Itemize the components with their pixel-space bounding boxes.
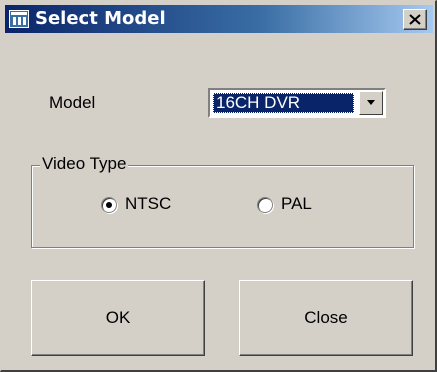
video-type-legend: Video Type: [40, 154, 129, 174]
radio-ntsc-dot: [106, 202, 112, 208]
chevron-down-icon: [367, 100, 375, 105]
model-label: Model: [49, 93, 96, 112]
radio-pal-label[interactable]: PAL: [281, 194, 312, 214]
app-icon: [9, 10, 29, 28]
window-title: Select Model: [35, 8, 166, 29]
title-bar[interactable]: Select Model: [5, 5, 433, 33]
close-button[interactable]: Close: [239, 280, 413, 356]
select-model-dialog: Select Model Model 16CH DVR Video Type N…: [0, 0, 437, 372]
model-select[interactable]: 16CH DVR: [208, 88, 386, 118]
radio-pal-circle[interactable]: [257, 197, 273, 213]
close-window-button[interactable]: [403, 9, 427, 30]
model-select-value: 16CH DVR: [213, 93, 354, 113]
ok-button[interactable]: OK: [31, 280, 205, 356]
dropdown-button[interactable]: [359, 91, 383, 115]
radio-pal[interactable]: PAL: [257, 193, 347, 217]
radio-ntsc[interactable]: NTSC: [101, 193, 211, 217]
close-icon: [409, 14, 421, 25]
radio-ntsc-circle[interactable]: [101, 197, 117, 213]
video-type-group: Video Type: [31, 154, 414, 248]
radio-ntsc-label[interactable]: NTSC: [125, 194, 171, 214]
